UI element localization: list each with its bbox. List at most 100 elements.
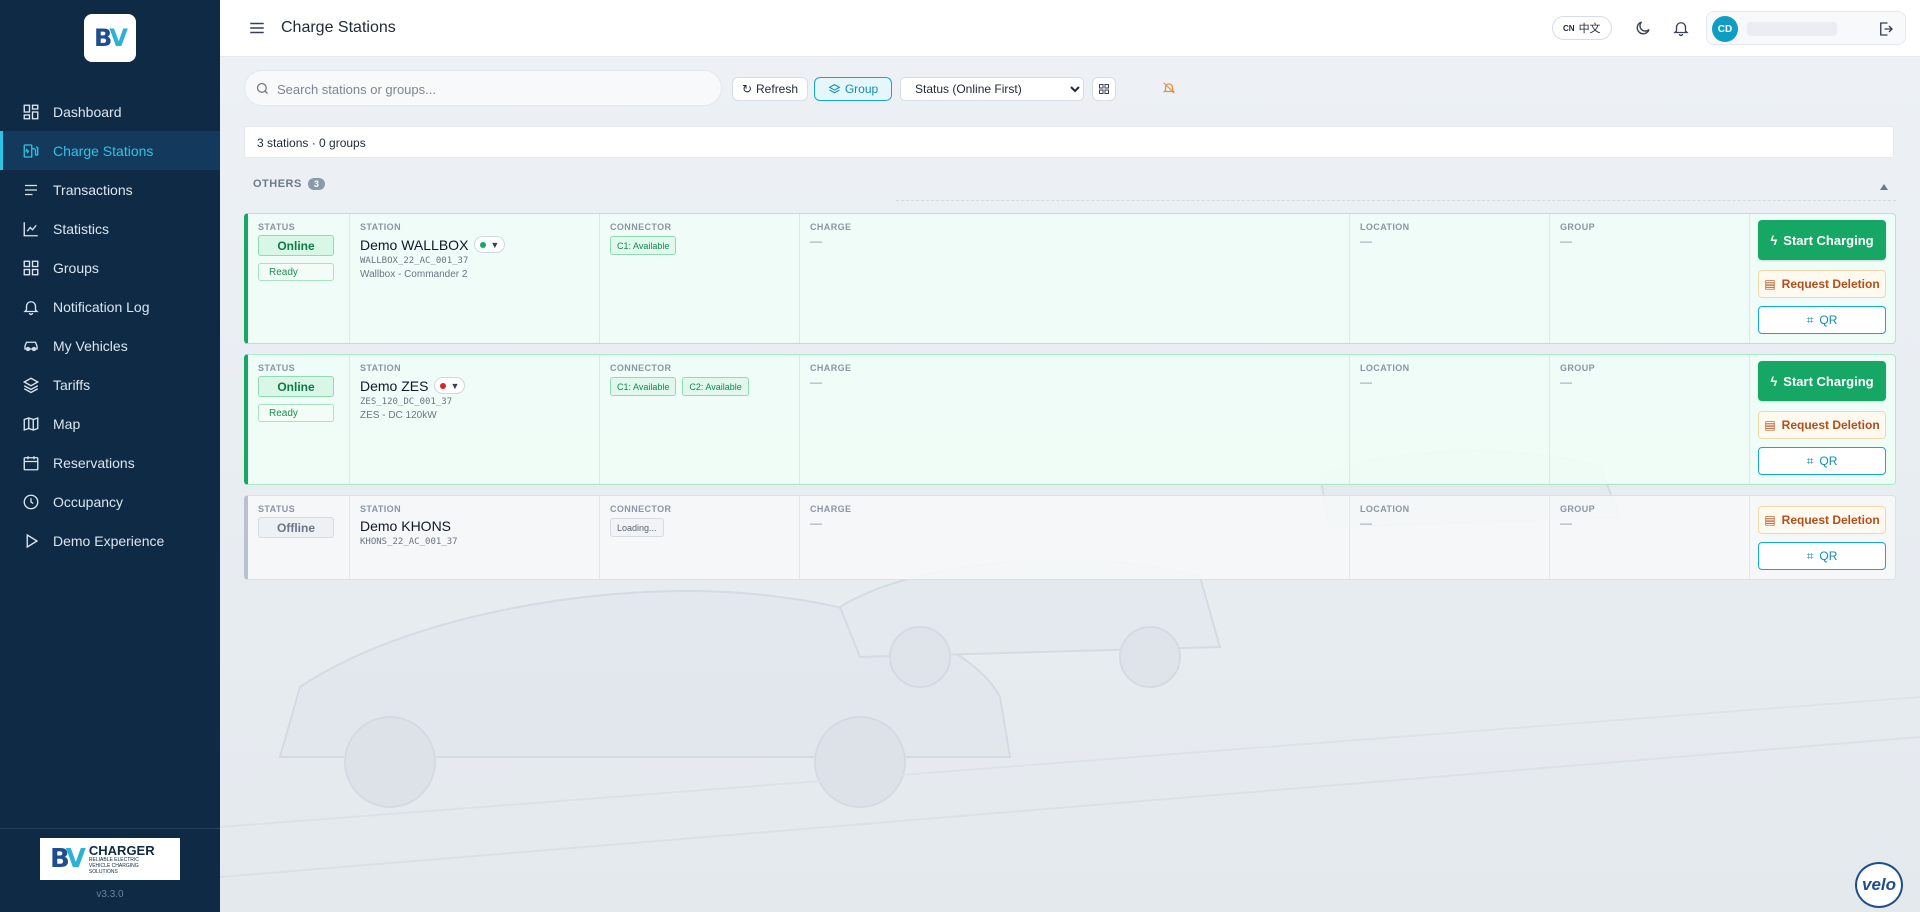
language-toggle-button[interactable]: CN 中文 <box>1552 16 1612 40</box>
hamburger-menu-icon[interactable] <box>248 19 266 37</box>
sidebar-item-label: Occupancy <box>53 493 124 510</box>
sidebar-item-label: Notification Log <box>53 298 150 315</box>
avatar[interactable]: CD <box>1712 16 1738 42</box>
charge-cell: CHARGE — <box>800 355 1350 484</box>
station-model: Wallbox - Commander 2 <box>360 269 468 280</box>
search-icon <box>256 82 268 94</box>
bell-icon <box>23 300 39 315</box>
error-dot-icon <box>440 382 447 389</box>
status-cell: STATUS Offline <box>248 496 350 579</box>
bell-icon[interactable] <box>1672 19 1690 37</box>
request-deletion-button[interactable]: ▤ Request Deletion <box>1758 270 1886 298</box>
group-name: OTHERS <box>253 178 302 190</box>
search-input[interactable] <box>277 79 707 99</box>
velo-chat-button[interactable]: velo <box>1855 862 1903 908</box>
status-badge: Offline <box>258 517 334 538</box>
group-label: Group <box>844 82 879 96</box>
request-deletion-button[interactable]: ▤ Request Deletion <box>1758 506 1886 534</box>
sidebar-item-statistics[interactable]: Statistics <box>0 209 220 248</box>
request-deletion-button[interactable]: ▤ Request Deletion <box>1758 411 1886 439</box>
station-status-dropdown[interactable]: ▼ <box>474 236 506 253</box>
station-row[interactable]: STATUS Offline STATION Demo KHONS KHONS_… <box>244 495 1896 580</box>
connector-badge[interactable]: C2: Available <box>682 377 749 396</box>
sidebar-item-transactions[interactable]: Transactions <box>0 170 220 209</box>
station-row[interactable]: STATUS Online Ready STATION Demo WALLBOX… <box>244 213 1896 344</box>
group-toggle-button[interactable]: Group <box>814 77 892 101</box>
lightning-icon: ϟ <box>1770 373 1778 389</box>
sidebar-item-my-vehicles[interactable]: My Vehicles <box>0 326 220 365</box>
group-column-label: GROUP <box>1560 222 1596 232</box>
sidebar-item-tariffs[interactable]: Tariffs <box>0 365 220 404</box>
group-header[interactable]: OTHERS 3 <box>253 178 325 190</box>
station-row[interactable]: STATUS Online Ready STATION Demo ZES ▼ Z… <box>244 354 1896 485</box>
location-cell: LOCATION — <box>1350 496 1550 579</box>
sidebar-item-notification-log[interactable]: Notification Log <box>0 287 220 326</box>
charge-value: — <box>810 516 822 530</box>
station-id: WALLBOX_22_AC_001_37 <box>360 256 469 266</box>
brand-title: CHARGER <box>88 842 155 858</box>
sidebar-item-label: Reservations <box>53 454 135 471</box>
grid-view-button[interactable] <box>1092 77 1116 101</box>
sort-select[interactable]: Status (Online First) <box>900 77 1084 101</box>
group-value: — <box>1560 234 1572 248</box>
station-column-label: STATION <box>360 222 401 232</box>
calendar-icon <box>23 455 39 470</box>
actions-cell: ϟ Start Charging ▤ Request Deletion ⌗ QR <box>1750 214 1896 343</box>
location-value: — <box>1360 234 1372 248</box>
connector-badge[interactable]: C1: Available <box>610 236 677 255</box>
connector-column-label: CONNECTOR <box>610 363 672 373</box>
sidebar-item-charge-stations[interactable]: Charge Stations <box>0 131 220 170</box>
sidebar-item-label: Demo Experience <box>53 532 165 549</box>
request-deletion-label: Request Deletion <box>1781 513 1880 527</box>
status-column-label: STATUS <box>258 504 296 514</box>
group-cell: GROUP — <box>1550 355 1750 484</box>
status-column-label: STATUS <box>258 222 296 232</box>
charge-column-label: CHARGE <box>810 222 852 232</box>
connector-column-label: CONNECTOR <box>610 222 672 232</box>
sidebar-item-map[interactable]: Map <box>0 404 220 443</box>
station-name[interactable]: Demo WALLBOX <box>360 237 468 253</box>
start-charging-button[interactable]: ϟ Start Charging <box>1758 220 1886 260</box>
caret-down-icon: ▼ <box>490 239 500 250</box>
collapse-group-button[interactable] <box>1878 180 1890 192</box>
status-badge: Online <box>258 376 334 397</box>
qr-icon: ⌗ <box>1806 548 1814 563</box>
top-header: Charge Stations CN 中文 CD <box>220 0 1920 57</box>
notifications-off-icon[interactable] <box>1162 81 1176 95</box>
sidebar-item-groups[interactable]: Groups <box>0 248 220 287</box>
logo-mark: BV <box>94 24 128 52</box>
station-status-dropdown[interactable]: ▼ <box>434 377 466 394</box>
station-name[interactable]: Demo KHONS <box>360 518 451 534</box>
app-logo[interactable]: BV <box>84 14 136 62</box>
charge-column-label: CHARGE <box>810 504 852 514</box>
station-id: ZES_120_DC_001_37 <box>360 397 453 407</box>
qr-button[interactable]: ⌗ QR <box>1758 306 1886 334</box>
start-charging-button[interactable]: ϟ Start Charging <box>1758 361 1886 401</box>
station-cell: STATION Demo ZES ▼ ZES_120_DC_001_37 ZES… <box>350 355 600 484</box>
sidebar-item-occupancy[interactable]: Occupancy <box>0 482 220 521</box>
connector-badge[interactable]: C1: Available <box>610 377 677 396</box>
sidebar-item-reservations[interactable]: Reservations <box>0 443 220 482</box>
qr-button[interactable]: ⌗ QR <box>1758 447 1886 475</box>
station-cell: STATION Demo KHONS KHONS_22_AC_001_37 <box>350 496 600 579</box>
sidebar: BV Dashboard Charge Stations Transaction… <box>0 0 220 912</box>
connector-badge: Loading... <box>610 518 664 537</box>
moon-icon[interactable] <box>1634 19 1652 37</box>
qr-icon: ⌗ <box>1806 312 1814 327</box>
sidebar-item-demo-experience[interactable]: Demo Experience <box>0 521 220 560</box>
page-title: Charge Stations <box>281 19 396 36</box>
group-column-label: GROUP <box>1560 363 1596 373</box>
actions-cell: ϟ Start Charging ▤ Request Deletion ⌗ QR <box>1750 355 1896 484</box>
sidebar-item-dashboard[interactable]: Dashboard <box>0 92 220 131</box>
request-deletion-label: Request Deletion <box>1781 277 1880 291</box>
qr-label: QR <box>1819 549 1838 563</box>
refresh-button[interactable]: ↻ Refresh <box>732 77 808 101</box>
station-name[interactable]: Demo ZES <box>360 378 428 394</box>
location-column-label: LOCATION <box>1360 363 1410 373</box>
grid-icon <box>1099 84 1109 94</box>
qr-button[interactable]: ⌗ QR <box>1758 542 1886 570</box>
sidebar-item-label: Transactions <box>53 181 133 198</box>
user-menu[interactable]: CD <box>1706 11 1906 45</box>
logout-icon[interactable] <box>1877 20 1895 38</box>
group-cell: GROUP — <box>1550 214 1750 343</box>
